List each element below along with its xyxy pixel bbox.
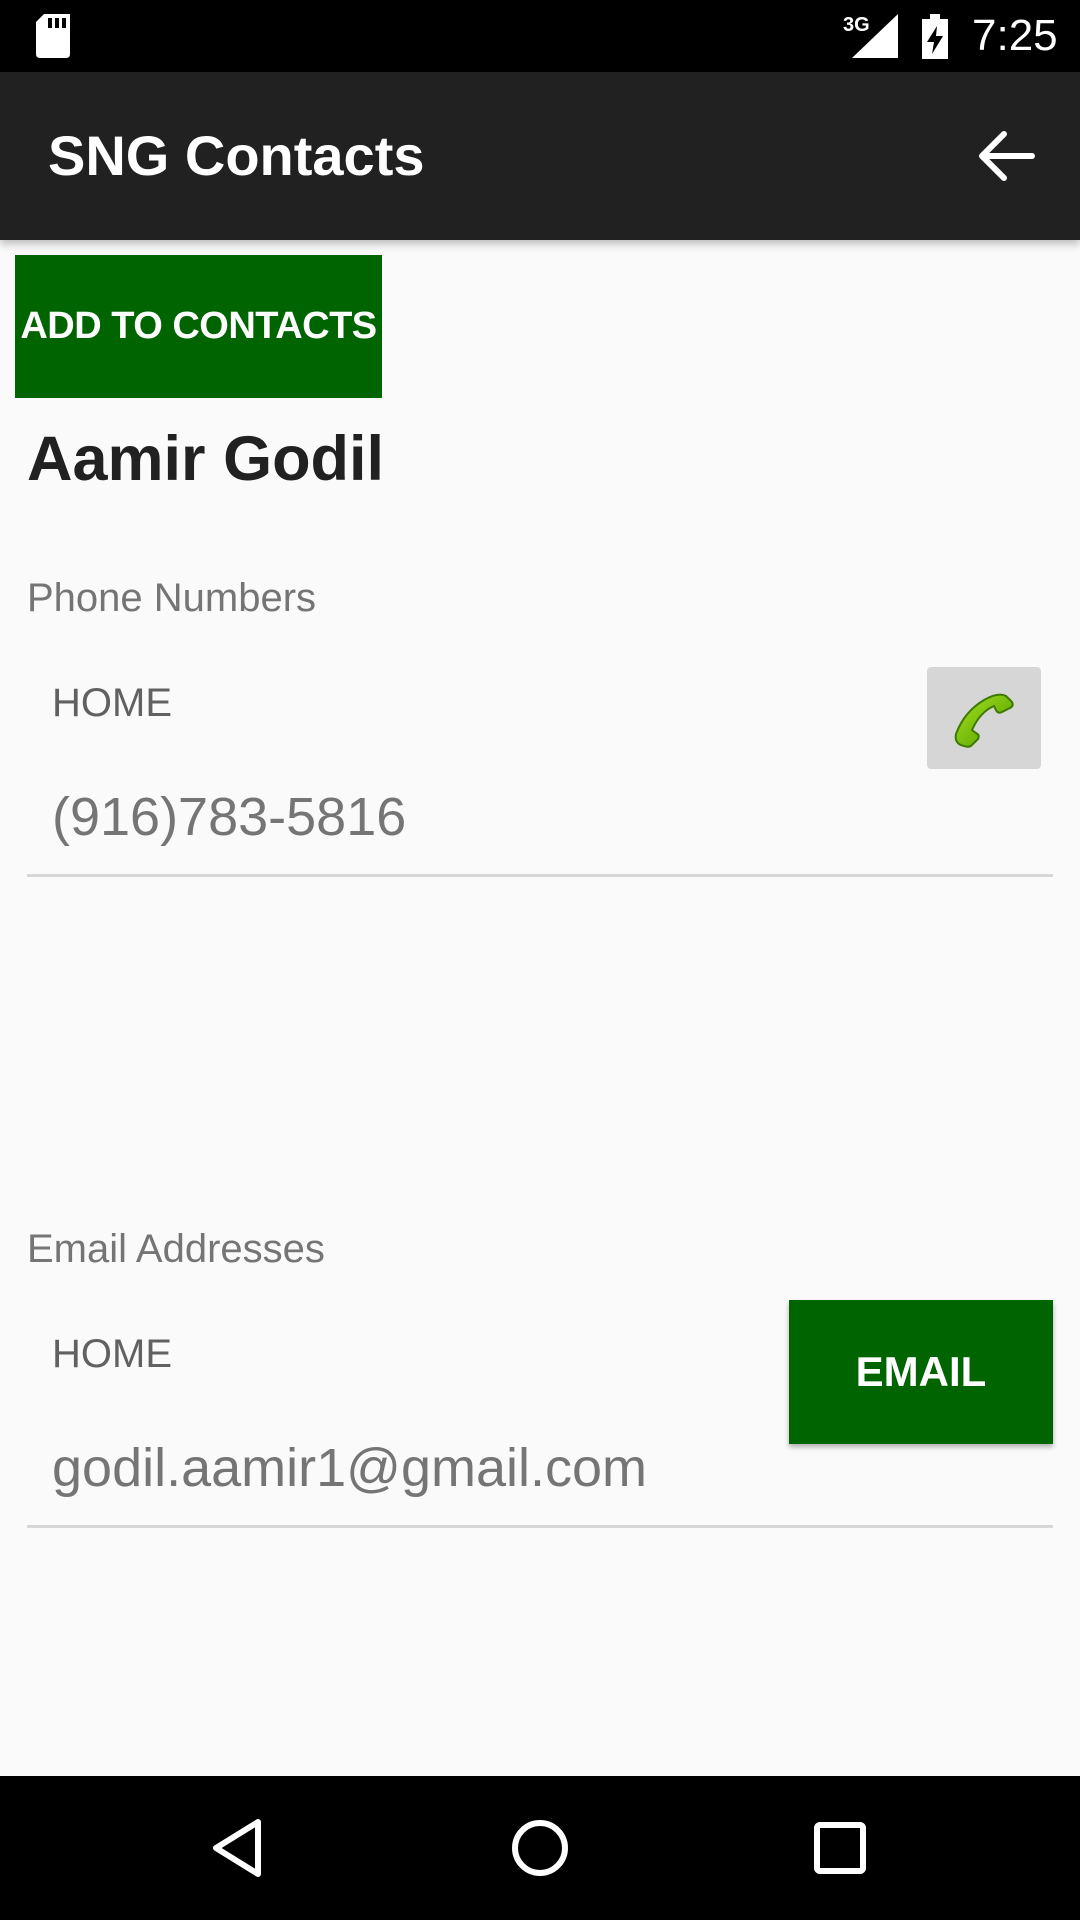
phone-icon: [954, 693, 1014, 748]
clock: 7:25: [972, 11, 1058, 60]
sd-card-icon: [36, 14, 70, 58]
call-button[interactable]: [927, 667, 1041, 769]
email-section-heading: Email Addresses: [27, 1227, 325, 1271]
nav-home-icon[interactable]: [504, 1812, 576, 1884]
phone-type-label: HOME: [52, 681, 172, 725]
nav-recents-icon[interactable]: [804, 1812, 876, 1884]
app-title: SNG Contacts: [48, 124, 425, 187]
status-bar: 3G 7:25: [0, 0, 1080, 72]
add-to-contacts-button[interactable]: ADD TO CONTACTS: [15, 255, 382, 398]
email-address[interactable]: godil.aamir1@gmail.com: [52, 1436, 647, 1500]
nav-back-icon[interactable]: [204, 1812, 276, 1884]
phone-section-heading: Phone Numbers: [27, 576, 317, 620]
email-divider: [27, 1525, 1053, 1528]
back-button[interactable]: [972, 120, 1044, 192]
navigation-bar: [0, 1776, 1080, 1920]
email-type-label: HOME: [52, 1332, 172, 1376]
contact-name: Aamir Godil: [27, 424, 385, 494]
phone-divider: [27, 874, 1053, 877]
app-bar: SNG Contacts: [0, 72, 1080, 240]
phone-number[interactable]: (916)783-5816: [52, 785, 406, 849]
signal-icon: [852, 14, 898, 58]
email-button[interactable]: EMAIL: [789, 1300, 1053, 1444]
battery-charging-icon: [922, 14, 948, 59]
arrow-back-icon: [979, 131, 1035, 181]
